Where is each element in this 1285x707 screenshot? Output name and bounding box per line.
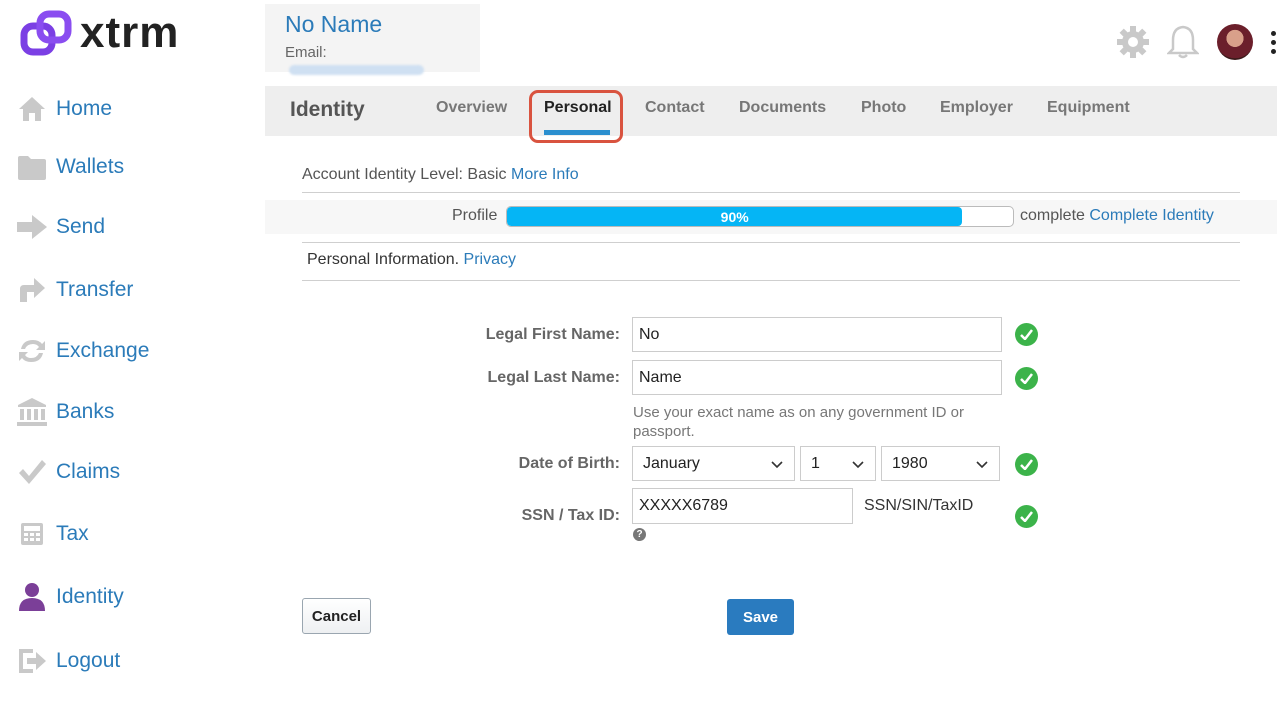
home-icon [16,93,48,125]
sidebar-item-send[interactable]: Send [16,210,105,244]
identity-tabbar: Identity Overview Personal Contact Docum… [265,86,1277,136]
profile-progress-bar: 90% [506,206,1014,227]
first-name-label: Legal First Name: [485,326,620,343]
last-name-valid-icon [1015,367,1038,390]
tab-photo[interactable]: Photo [861,99,906,117]
last-name-label: Legal Last Name: [487,369,620,386]
dob-year-value: 1980 [892,454,928,472]
user-name: No Name [285,11,383,37]
user-icon [16,581,48,613]
section-title: Identity [290,98,365,121]
sidebar-item-label: Banks [56,400,115,423]
sidebar-item-label: Logout [56,649,121,672]
sidebar-item-home[interactable]: Home [16,92,112,126]
dob-year-select[interactable]: 1980 [881,446,1000,481]
account-level-row: Account Identity Level: Basic More Info [302,166,579,184]
save-button[interactable]: Save [727,599,794,635]
tab-employer[interactable]: Employer [940,99,1013,117]
dob-day-select[interactable]: 1 [800,446,876,481]
dob-label: Date of Birth: [518,455,620,472]
brand-logo[interactable]: xtrm [20,10,179,56]
name-hint: Use your exact name as on any government… [633,404,964,440]
help-icon[interactable]: ? [633,528,646,541]
ssn-label: SSN / Tax ID: [521,507,620,524]
sidebar-item-transfer[interactable]: Transfer [16,273,133,307]
divider [302,242,1240,243]
bell-icon[interactable] [1163,22,1203,62]
first-name-valid-icon [1015,323,1038,346]
sidebar-item-exchange[interactable]: Exchange [16,334,149,368]
dob-day-value: 1 [811,454,820,472]
first-name-field[interactable]: No [632,317,1002,352]
divider [302,192,1240,193]
sidebar-item-identity[interactable]: Identity [16,580,124,614]
sidebar-item-label: Send [56,215,106,238]
gear-icon[interactable] [1113,22,1153,62]
ssn-suffix-text: SSN/SIN/TaxID [864,497,974,514]
chevron-down-icon [852,460,864,468]
sidebar-item-tax[interactable]: Tax [16,517,89,551]
sidebar-item-wallets[interactable]: Wallets [16,150,124,184]
sidebar-item-banks[interactable]: Banks [16,395,114,429]
account-level-text: Account Identity Level: Basic [302,166,507,183]
dob-month-select[interactable]: January [632,446,795,481]
sidebar-item-label: Exchange [56,339,150,362]
sidebar-item-label: Home [56,97,113,120]
cancel-button[interactable]: Cancel [302,598,371,634]
sidebar-item-label: Tax [56,522,89,545]
ssn-valid-icon [1015,505,1038,528]
profile-label: Profile [452,207,498,224]
app-root: xtrm Home Wallets Send Transfer Exchange… [0,0,1285,707]
tab-documents[interactable]: Documents [739,99,826,117]
xtrm-logo-icon [20,10,72,56]
more-vertical-icon[interactable] [1261,22,1285,62]
chevron-down-icon [976,460,988,468]
tab-equipment[interactable]: Equipment [1047,99,1130,117]
sidebar-item-logout[interactable]: Logout [16,644,120,678]
calculator-icon [16,518,48,550]
avatar[interactable] [1217,24,1253,60]
tab-overview[interactable]: Overview [436,99,507,117]
privacy-link[interactable]: Privacy [464,251,516,268]
complete-row: complete Complete Identity [1020,207,1214,225]
last-name-field[interactable]: Name [632,360,1002,395]
exchange-icon [16,335,48,367]
progress-fill: 90% [507,207,963,226]
personal-info-text: Personal Information. [307,251,460,268]
brand-name: xtrm [80,8,180,57]
user-card: No Name Email: [265,4,480,76]
tab-contact[interactable]: Contact [645,99,705,117]
email-redacted [289,65,424,76]
personal-info-row: Personal Information. Privacy [307,251,516,269]
tab-highlight-outline [529,90,623,143]
dob-valid-icon [1015,453,1038,476]
complete-identity-link[interactable]: Complete Identity [1089,207,1214,224]
bank-icon [16,396,48,428]
complete-text: complete [1020,207,1085,224]
sidebar-item-label: Wallets [56,155,125,178]
sidebar-item-label: Claims [56,460,121,483]
header-actions [1103,22,1285,62]
chevron-down-icon [771,460,783,468]
ssn-field[interactable]: XXXXX6789 [632,488,853,524]
email-label: Email: [285,44,327,61]
progress-percent-text: 90% [720,208,749,225]
sidebar-item-label: Transfer [56,278,134,301]
sidebar-item-claims[interactable]: Claims [16,455,120,489]
folder-icon [16,151,48,183]
logout-icon [16,645,48,677]
more-info-link[interactable]: More Info [511,166,579,183]
arrow-right-icon [16,211,48,243]
dob-month-value: January [643,454,700,472]
transfer-arrow-icon [16,274,48,306]
user-email: Email: [285,44,460,78]
divider [302,280,1240,281]
checkmark-icon [16,456,48,488]
sidebar-item-label: Identity [56,585,124,608]
